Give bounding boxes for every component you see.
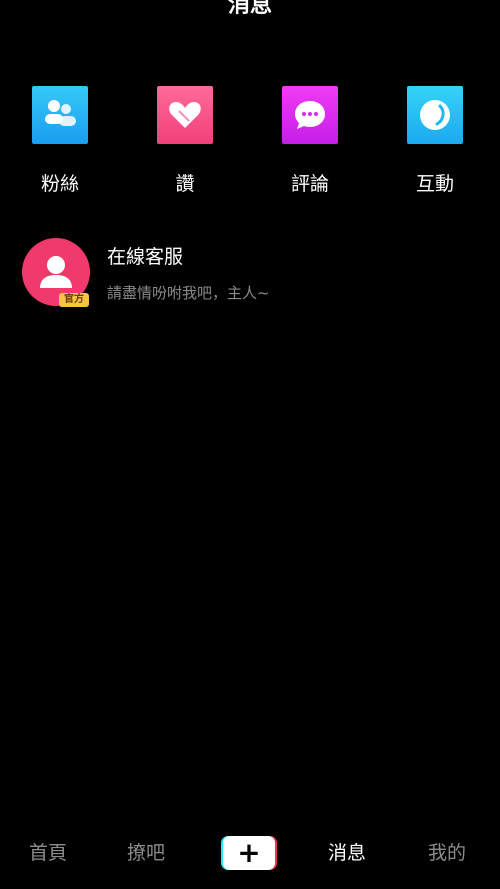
nav-flirt[interactable]: 撩吧 xyxy=(127,841,165,865)
conversation-item-support[interactable]: 官方 在線客服 請盡情吩咐我吧，主人~ xyxy=(22,238,478,312)
nav-messages[interactable]: 消息 xyxy=(328,841,366,865)
nav-me[interactable]: 我的 xyxy=(428,841,466,865)
bottom-nav: 首頁 撩吧 + 消息 我的 xyxy=(0,829,500,889)
create-button[interactable]: + xyxy=(221,836,277,870)
comment-bubble-icon xyxy=(282,86,338,144)
plus-icon: + xyxy=(223,836,275,870)
user-silhouette-icon xyxy=(40,256,72,288)
category-label: 評論 xyxy=(290,173,329,195)
official-badge: 官方 xyxy=(59,293,89,307)
category-fans[interactable]: 粉絲 xyxy=(15,86,105,196)
category-row: 粉絲 讚 評論 互動 xyxy=(0,86,500,206)
conversation-name: 在線客服 xyxy=(107,246,184,268)
category-label: 粉絲 xyxy=(40,173,79,195)
like-heart-icon xyxy=(157,86,213,144)
conversation-preview: 請盡情吩咐我吧，主人~ xyxy=(107,284,270,302)
nav-home[interactable]: 首頁 xyxy=(29,841,67,865)
category-comments[interactable]: 評論 xyxy=(265,86,355,196)
category-likes[interactable]: 讚 xyxy=(140,86,230,196)
category-label: 互動 xyxy=(415,173,454,195)
messages-screen: 消息 粉絲 讚 評論 互動 官方 在線客服 請盡情吩咐我吧，主人~ 首頁 撩吧 … xyxy=(0,0,500,889)
fans-icon xyxy=(32,86,88,144)
category-interactions[interactable]: 互動 xyxy=(390,86,480,196)
category-label: 讚 xyxy=(175,173,195,195)
page-title: 消息 xyxy=(227,0,272,18)
interaction-icon xyxy=(407,86,463,144)
